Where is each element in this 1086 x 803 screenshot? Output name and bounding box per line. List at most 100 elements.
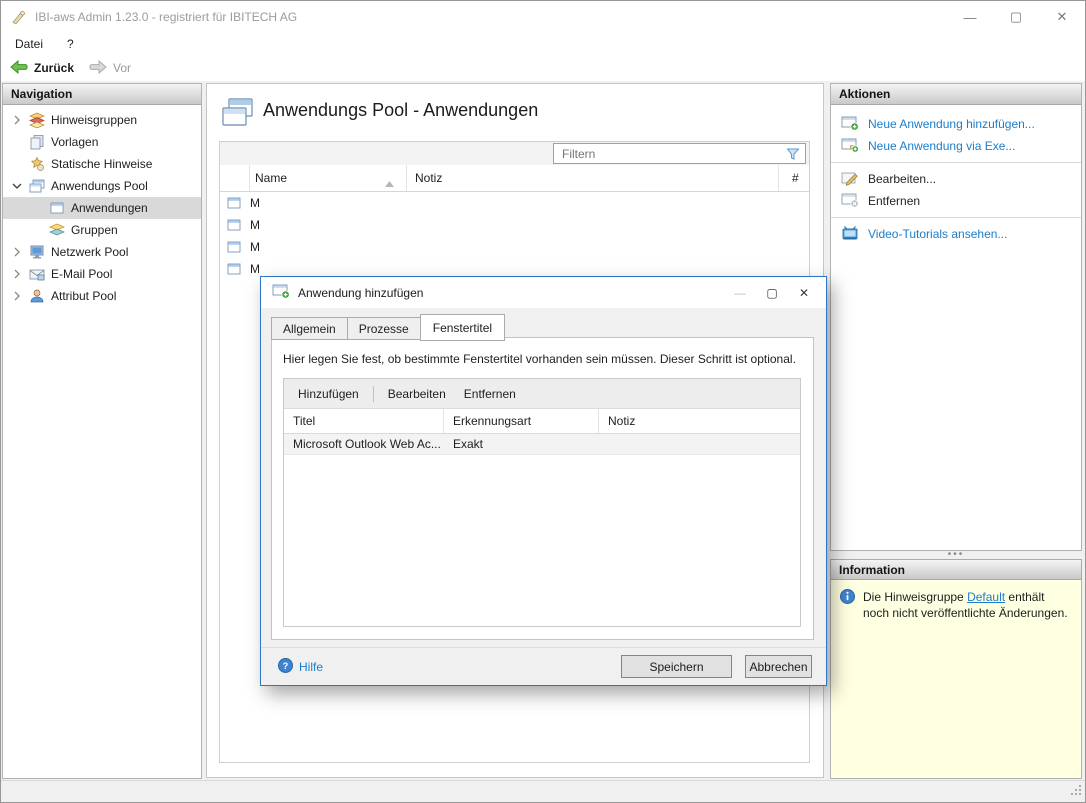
table-header-row: Titel Erkennungsart Notiz — [284, 409, 800, 434]
action-new-application-exe[interactable]: Neue Anwendung via Exe... — [831, 135, 1081, 157]
status-bar — [1, 780, 1085, 802]
window-titles-table: Hinzufügen Bearbeiten Entfernen Titel Er… — [283, 378, 801, 627]
notice-groups-icon — [29, 112, 45, 129]
column-notiz[interactable]: Notiz — [599, 409, 800, 433]
application-icon — [226, 239, 242, 255]
menu-datei[interactable]: Datei — [5, 34, 53, 54]
remove-icon — [841, 192, 859, 211]
tab-fenstertitel[interactable]: Fenstertitel — [419, 314, 506, 341]
sidebar-item-label: Anwendungs Pool — [51, 179, 148, 193]
action-entfernen[interactable]: Entfernen — [831, 190, 1081, 212]
title-bar: IBI-aws Admin 1.23.0 - registriert für I… — [1, 1, 1085, 33]
row-name: M — [250, 262, 260, 276]
sidebar-item-anwendungen[interactable]: Anwendungen — [3, 197, 201, 219]
column-titel[interactable]: Titel — [284, 409, 444, 433]
column-count[interactable]: # — [779, 165, 809, 191]
forward-button[interactable]: Vor — [82, 57, 137, 80]
sidebar-item-hinweisgruppen[interactable]: Hinweisgruppen — [3, 109, 201, 131]
chevron-right-icon[interactable] — [11, 246, 23, 258]
dialog-title: Anwendung hinzufügen — [298, 285, 424, 300]
action-new-application[interactable]: Neue Anwendung hinzufügen... — [831, 113, 1081, 135]
sidebar-item-vorlagen[interactable]: Vorlagen — [3, 131, 201, 153]
cancel-button[interactable]: Abbrechen — [745, 655, 812, 678]
attribute-pool-icon — [29, 288, 45, 304]
table-row[interactable]: M — [220, 192, 809, 214]
back-button[interactable]: Zurück — [3, 57, 80, 80]
dialog-footer: ? Hilfe Speichern Abbrechen — [261, 647, 826, 685]
tab-prozesse[interactable]: Prozesse — [346, 317, 420, 340]
dialog-minimize-button[interactable]: — — [724, 280, 756, 306]
cell-titel: Microsoft Outlook Web Ac... — [293, 437, 441, 451]
chevron-right-icon[interactable] — [11, 290, 23, 302]
filter-funnel-icon[interactable] — [785, 146, 801, 165]
sidebar-item-label: Statische Hinweise — [51, 157, 153, 171]
back-arrow-icon — [9, 59, 29, 78]
svg-text:?: ? — [283, 661, 289, 671]
sidebar-item-anwendungs-pool[interactable]: Anwendungs Pool — [3, 175, 201, 197]
default-group-link[interactable]: Default — [967, 590, 1005, 604]
dialog-description: Hier legen Sie fest, ob bestimmte Fenste… — [283, 352, 796, 366]
sidebar-item-gruppen[interactable]: Gruppen — [3, 219, 201, 241]
groups-icon — [49, 222, 65, 238]
help-label: Hilfe — [299, 659, 324, 674]
close-button[interactable]: ✕ — [1039, 1, 1085, 33]
content-region: Navigation Hinweisgruppen Vorlagen Stati… — [1, 81, 1085, 780]
anwendung-hinzufuegen-dialog: Anwendung hinzufügen — ▢ ✕ Allgemein Pro… — [260, 276, 827, 686]
application-icon — [49, 200, 65, 216]
actions-panel: Aktionen Neue Anwendung hinzufügen... Ne… — [830, 83, 1082, 551]
table-row[interactable]: Microsoft Outlook Web Ac... Exakt — [284, 434, 800, 455]
chevron-down-icon[interactable] — [11, 180, 23, 192]
column-notiz[interactable]: Notiz — [407, 165, 779, 191]
sidebar-item-netzwerk-pool[interactable]: Netzwerk Pool — [3, 241, 201, 263]
dialog-title-bar: Anwendung hinzufügen — ▢ ✕ — [261, 277, 826, 308]
email-pool-icon — [29, 266, 45, 282]
dialog-maximize-button[interactable]: ▢ — [756, 280, 788, 306]
app-icon — [11, 9, 27, 25]
sidebar-item-email-pool[interactable]: E-Mail Pool — [3, 263, 201, 285]
column-name-label: Name — [255, 171, 288, 185]
page-title: Anwendungs Pool - Anwendungen — [263, 100, 539, 120]
list-header-row: Name Notiz # — [220, 165, 809, 192]
tab-allgemein[interactable]: Allgemein — [271, 317, 347, 340]
sidebar-item-label: Anwendungen — [71, 201, 148, 215]
table-row[interactable]: M — [220, 236, 809, 258]
sidebar-item-statische-hinweise[interactable]: Statische Hinweise — [3, 153, 201, 175]
action-label: Neue Anwendung via Exe... — [868, 139, 1016, 153]
resize-grip[interactable] — [1070, 784, 1082, 799]
chevron-right-icon[interactable] — [11, 268, 23, 280]
remove-title-button[interactable]: Entfernen — [460, 385, 520, 403]
sidebar-item-attribut-pool[interactable]: Attribut Pool — [3, 285, 201, 307]
menu-help[interactable]: ? — [57, 34, 84, 54]
maximize-button[interactable]: ▢ — [993, 1, 1039, 33]
information-header: Information — [830, 559, 1082, 580]
navigation-tree: Hinweisgruppen Vorlagen Statische Hinwei… — [3, 105, 201, 307]
column-name[interactable]: Name — [250, 165, 407, 191]
action-bearbeiten[interactable]: Bearbeiten... — [831, 168, 1081, 190]
new-application-icon — [272, 283, 290, 302]
add-title-button[interactable]: Hinzufügen — [294, 385, 363, 403]
forward-label: Vor — [113, 61, 132, 75]
action-label: Entfernen — [868, 194, 921, 208]
minimize-button[interactable]: — — [947, 1, 993, 33]
table-row[interactable]: M — [220, 214, 809, 236]
navigation-panel: Navigation Hinweisgruppen Vorlagen Stati… — [2, 83, 202, 779]
filter-input[interactable] — [554, 144, 805, 163]
help-link[interactable]: ? Hilfe — [278, 657, 324, 676]
column-icon — [220, 165, 250, 191]
back-label: Zurück — [34, 61, 75, 75]
actions-separator — [831, 162, 1081, 163]
chevron-right-icon[interactable] — [11, 114, 23, 126]
save-button[interactable]: Speichern — [621, 655, 732, 678]
help-icon: ? — [278, 657, 293, 676]
edit-title-button[interactable]: Bearbeiten — [384, 385, 450, 403]
sidebar-item-label: Attribut Pool — [51, 289, 117, 303]
information-panel: Information Die Hinweisgruppe Default en… — [830, 559, 1082, 779]
panel-splitter-handle[interactable]: ••• — [830, 550, 1082, 560]
new-application-exe-icon — [841, 137, 859, 156]
dialog-close-button[interactable]: ✕ — [788, 280, 820, 306]
action-label: Video-Tutorials ansehen... — [868, 227, 1008, 241]
column-notiz-label: Notiz — [415, 171, 443, 185]
navigation-header: Navigation — [3, 84, 201, 105]
column-erkennungsart[interactable]: Erkennungsart — [444, 409, 599, 433]
action-video-tutorials[interactable]: Video-Tutorials ansehen... — [831, 223, 1081, 245]
